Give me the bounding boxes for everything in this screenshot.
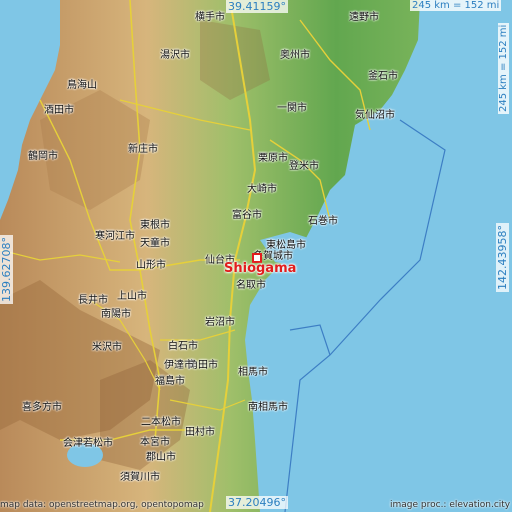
- label-shinjo: 新庄市: [128, 144, 158, 155]
- label-kesennuma: 気仙沼市: [355, 110, 395, 121]
- coord-south: 37.20496°: [226, 496, 288, 509]
- coord-north: 39.41159°: [226, 0, 288, 13]
- label-nihonmatsu: 二本松市: [141, 417, 181, 428]
- label-koriyama: 郡山市: [146, 452, 176, 463]
- terrain-map[interactable]: 横手市 遠野市 奥州市 湯沢市 鳥海山 釜石市 酒田市 一関市 気仙沼市 鶴岡市…: [0, 0, 512, 512]
- label-osaki: 大崎市: [247, 184, 277, 195]
- label-ishinomaki: 石巻市: [308, 216, 338, 227]
- coord-west: 139.62708°: [0, 235, 13, 304]
- label-tendo: 天童市: [140, 238, 170, 249]
- label-yamagata: 山形市: [136, 260, 166, 271]
- label-minamisoma: 南相馬市: [248, 402, 288, 413]
- label-yonezawa: 米沢市: [92, 342, 122, 353]
- label-yokote: 横手市: [195, 12, 225, 23]
- label-sagae: 寒河江市: [95, 231, 135, 242]
- label-sakata: 酒田市: [44, 105, 74, 116]
- label-nanyo: 南陽市: [101, 309, 131, 320]
- label-natori: 名取市: [236, 280, 266, 291]
- label-tomiya: 富谷市: [232, 210, 262, 221]
- label-tsuruoka: 鶴岡市: [28, 151, 58, 162]
- label-kamaishi: 釜石市: [368, 71, 398, 82]
- label-higashine: 東根市: [140, 220, 170, 231]
- label-kaminoyama: 上山市: [117, 291, 147, 302]
- label-motomiya: 本宮市: [140, 437, 170, 448]
- label-iwanuma: 岩沼市: [205, 317, 235, 328]
- label-ichinoseki: 一関市: [277, 103, 307, 114]
- label-tome: 登米市: [289, 161, 319, 172]
- label-oshu: 奥州市: [280, 50, 310, 61]
- credit-map-data: map data: openstreetmap.org, opentopomap: [0, 500, 204, 510]
- scale-vertical: 245 km = 152 mi: [498, 22, 509, 114]
- label-tono: 遠野市: [349, 12, 379, 23]
- label-nagai: 長井市: [78, 295, 108, 306]
- label-fukushima: 福島市: [155, 376, 185, 387]
- label-chokaisan: 鳥海山: [67, 80, 97, 91]
- coord-east: 142.43958°: [496, 223, 509, 292]
- credit-image-proc: image proc.: elevation.city: [390, 500, 511, 510]
- label-soma: 相馬市: [238, 367, 268, 378]
- label-shiroishi: 白石市: [168, 341, 198, 352]
- label-yuzawa: 湯沢市: [160, 50, 190, 61]
- scale-horizontal: 245 km = 152 mi: [410, 0, 502, 11]
- label-kurihara: 栗原市: [258, 153, 288, 164]
- label-tamura: 田村市: [185, 427, 215, 438]
- label-sukagawa: 須賀川市: [120, 472, 160, 483]
- label-kitakata: 喜多方市: [22, 402, 62, 413]
- label-aizuwakamatsu: 会津若松市: [63, 438, 113, 449]
- label-date: 伊達市: [164, 360, 194, 371]
- place-name: Shiogama: [224, 261, 297, 276]
